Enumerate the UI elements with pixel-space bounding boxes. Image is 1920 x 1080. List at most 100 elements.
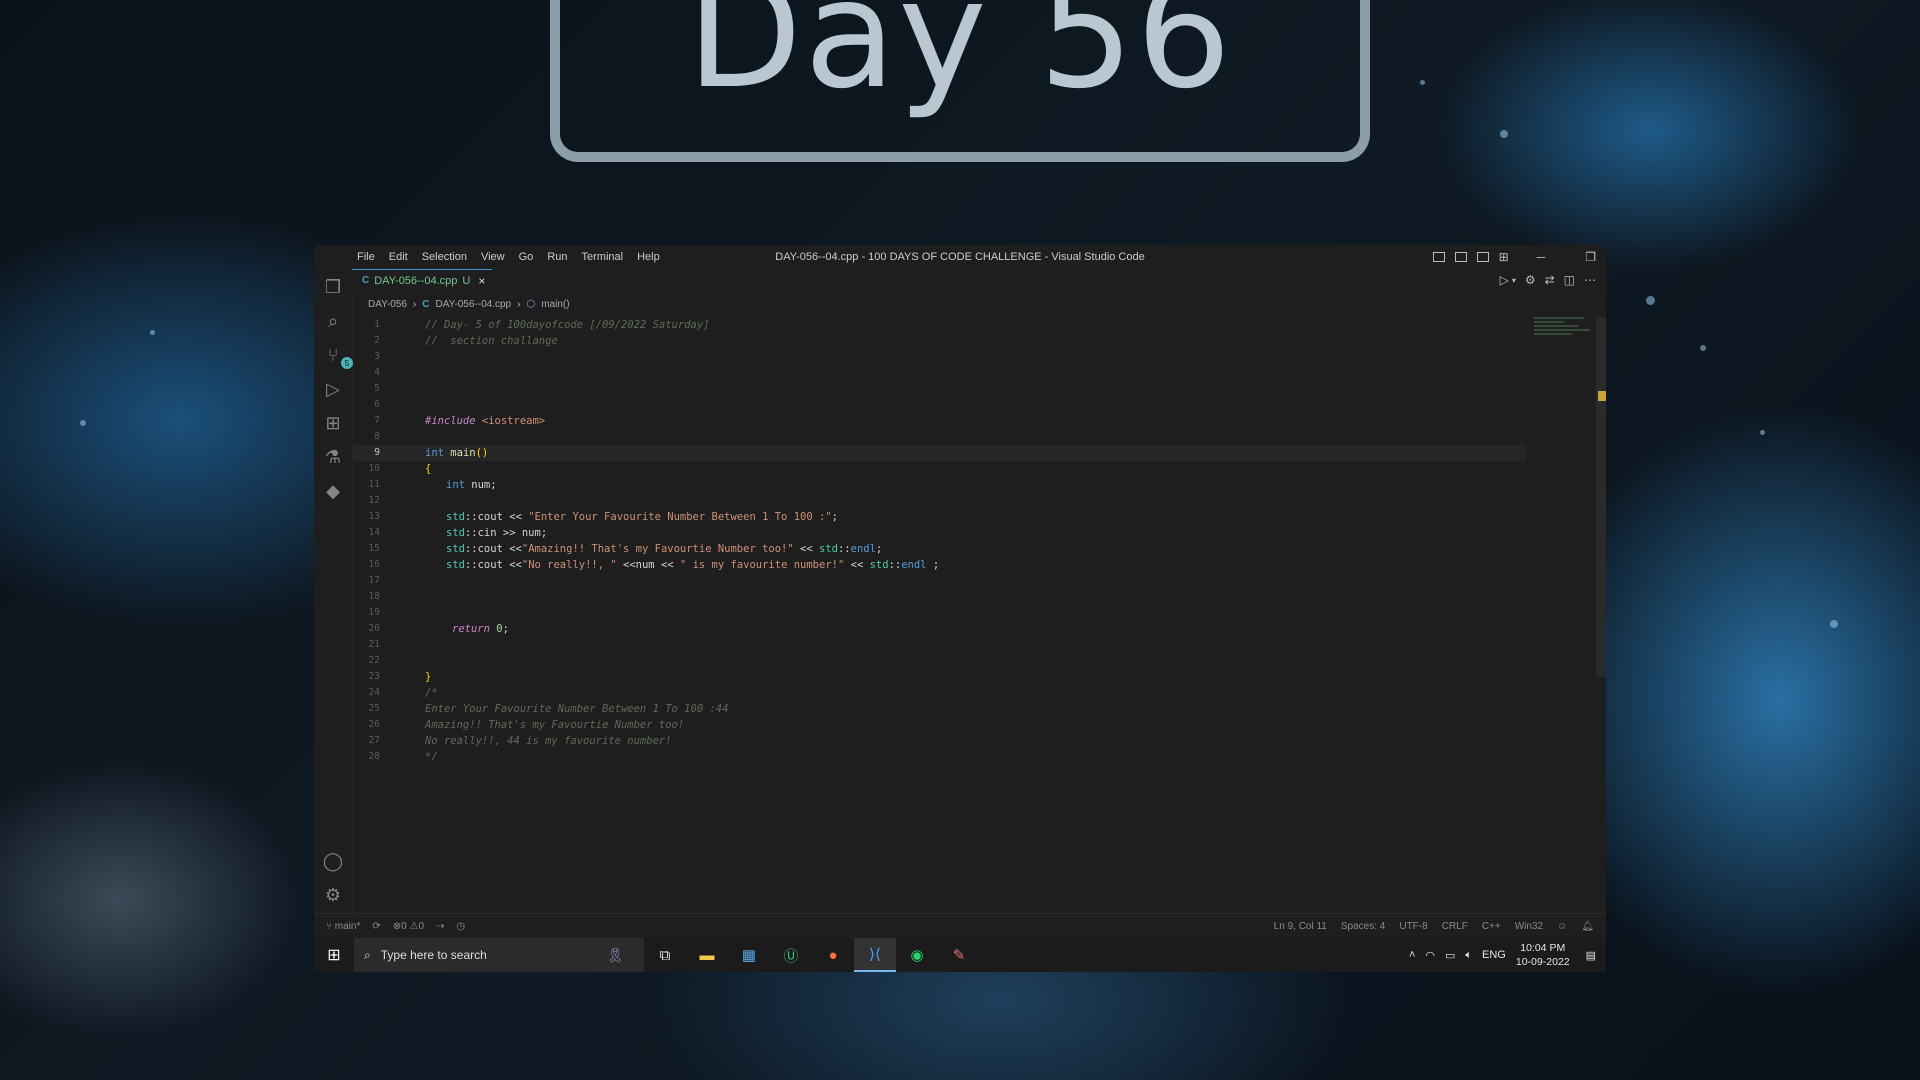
feedback-icon[interactable]: ☺: [1557, 921, 1567, 932]
line-ending[interactable]: CRLF: [1442, 921, 1468, 932]
code-line: 17: [352, 573, 1526, 589]
breadcrumb-symbol[interactable]: main(): [541, 299, 569, 310]
code-comment: Amazing!! That's my Favourtie Number too…: [425, 719, 685, 731]
notifications-bell-icon[interactable]: 🔔︎: [1581, 921, 1594, 932]
minimize-button[interactable]: ─: [1537, 250, 1546, 264]
encoding[interactable]: UTF-8: [1399, 921, 1427, 932]
indentation[interactable]: Spaces: 4: [1341, 921, 1385, 932]
line-number: 1: [374, 319, 380, 330]
line-number: 17: [368, 575, 380, 586]
windows-start-icon[interactable]: ⊞: [314, 945, 354, 965]
run-file-icon[interactable]: ▷: [1500, 273, 1509, 287]
history-icon[interactable]: ◷: [456, 921, 465, 932]
microsoft-store-icon[interactable]: ▦: [728, 938, 770, 972]
menu-terminal[interactable]: Terminal: [575, 251, 631, 263]
code-line: 19: [352, 605, 1526, 621]
volume-icon[interactable]: 🔈︎: [1465, 949, 1472, 962]
close-tab-icon[interactable]: ×: [478, 274, 485, 288]
code-text: ::: [888, 559, 902, 571]
split-editor-icon[interactable]: ◫: [1564, 273, 1575, 287]
vertical-scrollbar[interactable]: [1596, 317, 1606, 677]
restore-button[interactable]: ❐: [1585, 250, 1596, 264]
menu-help[interactable]: Help: [630, 251, 667, 263]
menu-selection[interactable]: Selection: [415, 251, 474, 263]
notification-center-icon[interactable]: ▤: [1586, 949, 1596, 962]
search-icon[interactable]: ⌕: [321, 309, 345, 333]
branch-status[interactable]: ⑂ main*: [326, 921, 360, 932]
breadcrumb-file[interactable]: DAY-056--04.cpp: [436, 299, 512, 310]
menu-file[interactable]: File: [350, 251, 382, 263]
status-bar: ⑂ main* ⟳ ⊗0 ⚠0 ⇢ ◷ Ln 9, Col 11 Spaces:…: [314, 913, 1606, 938]
settings-gear-icon[interactable]: ⚙: [321, 883, 345, 907]
menu-edit[interactable]: Edit: [382, 251, 415, 263]
code-comment: */: [425, 751, 438, 763]
search-placeholder: Type here to search: [380, 948, 487, 962]
python-icon[interactable]: ◆: [321, 479, 345, 503]
explorer-icon[interactable]: ❐: [321, 275, 345, 299]
firefox-icon[interactable]: ●: [812, 938, 854, 972]
window-controls: ⊞ ─ ❐: [1432, 245, 1596, 269]
problems-status[interactable]: ⊗0 ⚠0: [393, 921, 424, 932]
debug-config-icon[interactable]: ⚙: [1525, 273, 1536, 287]
code-line: 15 std::cout <<"Amazing!! That's my Favou…: [352, 541, 1526, 557]
line-number: 15: [368, 543, 380, 554]
extensions-icon[interactable]: ⊞: [321, 411, 345, 435]
line-number: 19: [368, 607, 380, 618]
namespace: std: [446, 543, 465, 555]
paint-icon[interactable]: ✎: [938, 938, 980, 972]
activity-bar: ❐ ⌕ ⑂ 5 ▷ ⊞ ⚗ ◆ ◯ ⚙: [314, 269, 353, 914]
platform-config[interactable]: Win32: [1515, 921, 1543, 932]
menu-view[interactable]: View: [474, 251, 512, 263]
code-comment: /*: [425, 687, 438, 699]
testing-icon[interactable]: ⚗: [321, 445, 345, 469]
minimap[interactable]: [1534, 317, 1592, 353]
file-explorer-icon[interactable]: ▬: [686, 938, 728, 972]
background-speckle: [1700, 345, 1706, 351]
menu-go[interactable]: Go: [512, 251, 541, 263]
code-line: 16 std::cout <<"No really!!, " <<num << "…: [352, 557, 1526, 573]
menu-run[interactable]: Run: [540, 251, 574, 263]
source-control-icon[interactable]: ⑂ 5: [321, 343, 353, 369]
clock-time: 10:04 PM: [1520, 942, 1566, 954]
vscode-taskbar-icon[interactable]: ⟩⟨: [854, 938, 896, 972]
string-literal: "Amazing!! That's my Favourtie Number to…: [521, 543, 794, 555]
tab-day-056-04-cpp[interactable]: C DAY-056--04.cpp U ×: [352, 269, 492, 291]
account-icon[interactable]: ◯: [321, 849, 345, 873]
run-debug-icon[interactable]: ▷: [321, 377, 345, 401]
string-literal: "No really!!, ": [521, 559, 617, 571]
chevron-down-icon[interactable]: ▾: [1512, 276, 1516, 285]
code-line: 4: [352, 365, 1526, 381]
customize-layout-icon[interactable]: ⊞: [1499, 250, 1509, 264]
taskbar-search-box[interactable]: ⌕ Type here to search 🎗︎: [354, 938, 644, 972]
clock[interactable]: 10:04 PM 10-09-2022: [1516, 941, 1570, 969]
language-mode[interactable]: C++: [1482, 921, 1501, 932]
toggle-primary-sidebar-icon[interactable]: [1432, 252, 1445, 262]
task-view-icon[interactable]: ⧉: [644, 938, 686, 972]
namespace: std: [446, 511, 465, 523]
cursor-position[interactable]: Ln 9, Col 11: [1274, 921, 1327, 932]
code-line: 1 // Day- 5 of 100dayofcode [/09/2022 Sat…: [352, 317, 1526, 333]
sync-icon[interactable]: ⟳: [372, 921, 380, 932]
upwork-icon[interactable]: Ⓤ: [770, 938, 812, 972]
live-share-icon[interactable]: ⇢: [436, 921, 444, 932]
battery-icon[interactable]: ▭: [1445, 949, 1455, 962]
language-indicator[interactable]: ENG: [1482, 949, 1506, 961]
line-number: 24: [368, 687, 380, 698]
more-actions-icon[interactable]: ⋯: [1584, 273, 1596, 287]
toggle-panel-icon[interactable]: [1454, 252, 1467, 262]
code-line: 5: [352, 381, 1526, 397]
code-comment: // Day- 5 of 100dayofcode [/09/2022 Satu…: [425, 319, 710, 331]
breadcrumb-folder[interactable]: DAY-056: [368, 299, 407, 310]
toggle-secondary-sidebar-icon[interactable]: [1476, 252, 1489, 262]
code-comment: // section challange: [425, 335, 558, 347]
function-symbol-icon: ⬡: [526, 299, 536, 310]
whatsapp-icon[interactable]: ◉: [896, 938, 938, 972]
keyword: int: [425, 447, 444, 459]
chevron-up-icon[interactable]: ˄: [1409, 949, 1415, 961]
chevron-right-icon: ›: [517, 299, 521, 310]
code-line: 7 #include <iostream>: [352, 413, 1526, 429]
background-speckle: [150, 330, 155, 335]
open-changes-icon[interactable]: ⇄: [1545, 273, 1555, 287]
code-editor[interactable]: 1 // Day- 5 of 100dayofcode [/09/2022 Sat…: [352, 317, 1526, 765]
wifi-icon[interactable]: ◠: [1425, 949, 1435, 962]
